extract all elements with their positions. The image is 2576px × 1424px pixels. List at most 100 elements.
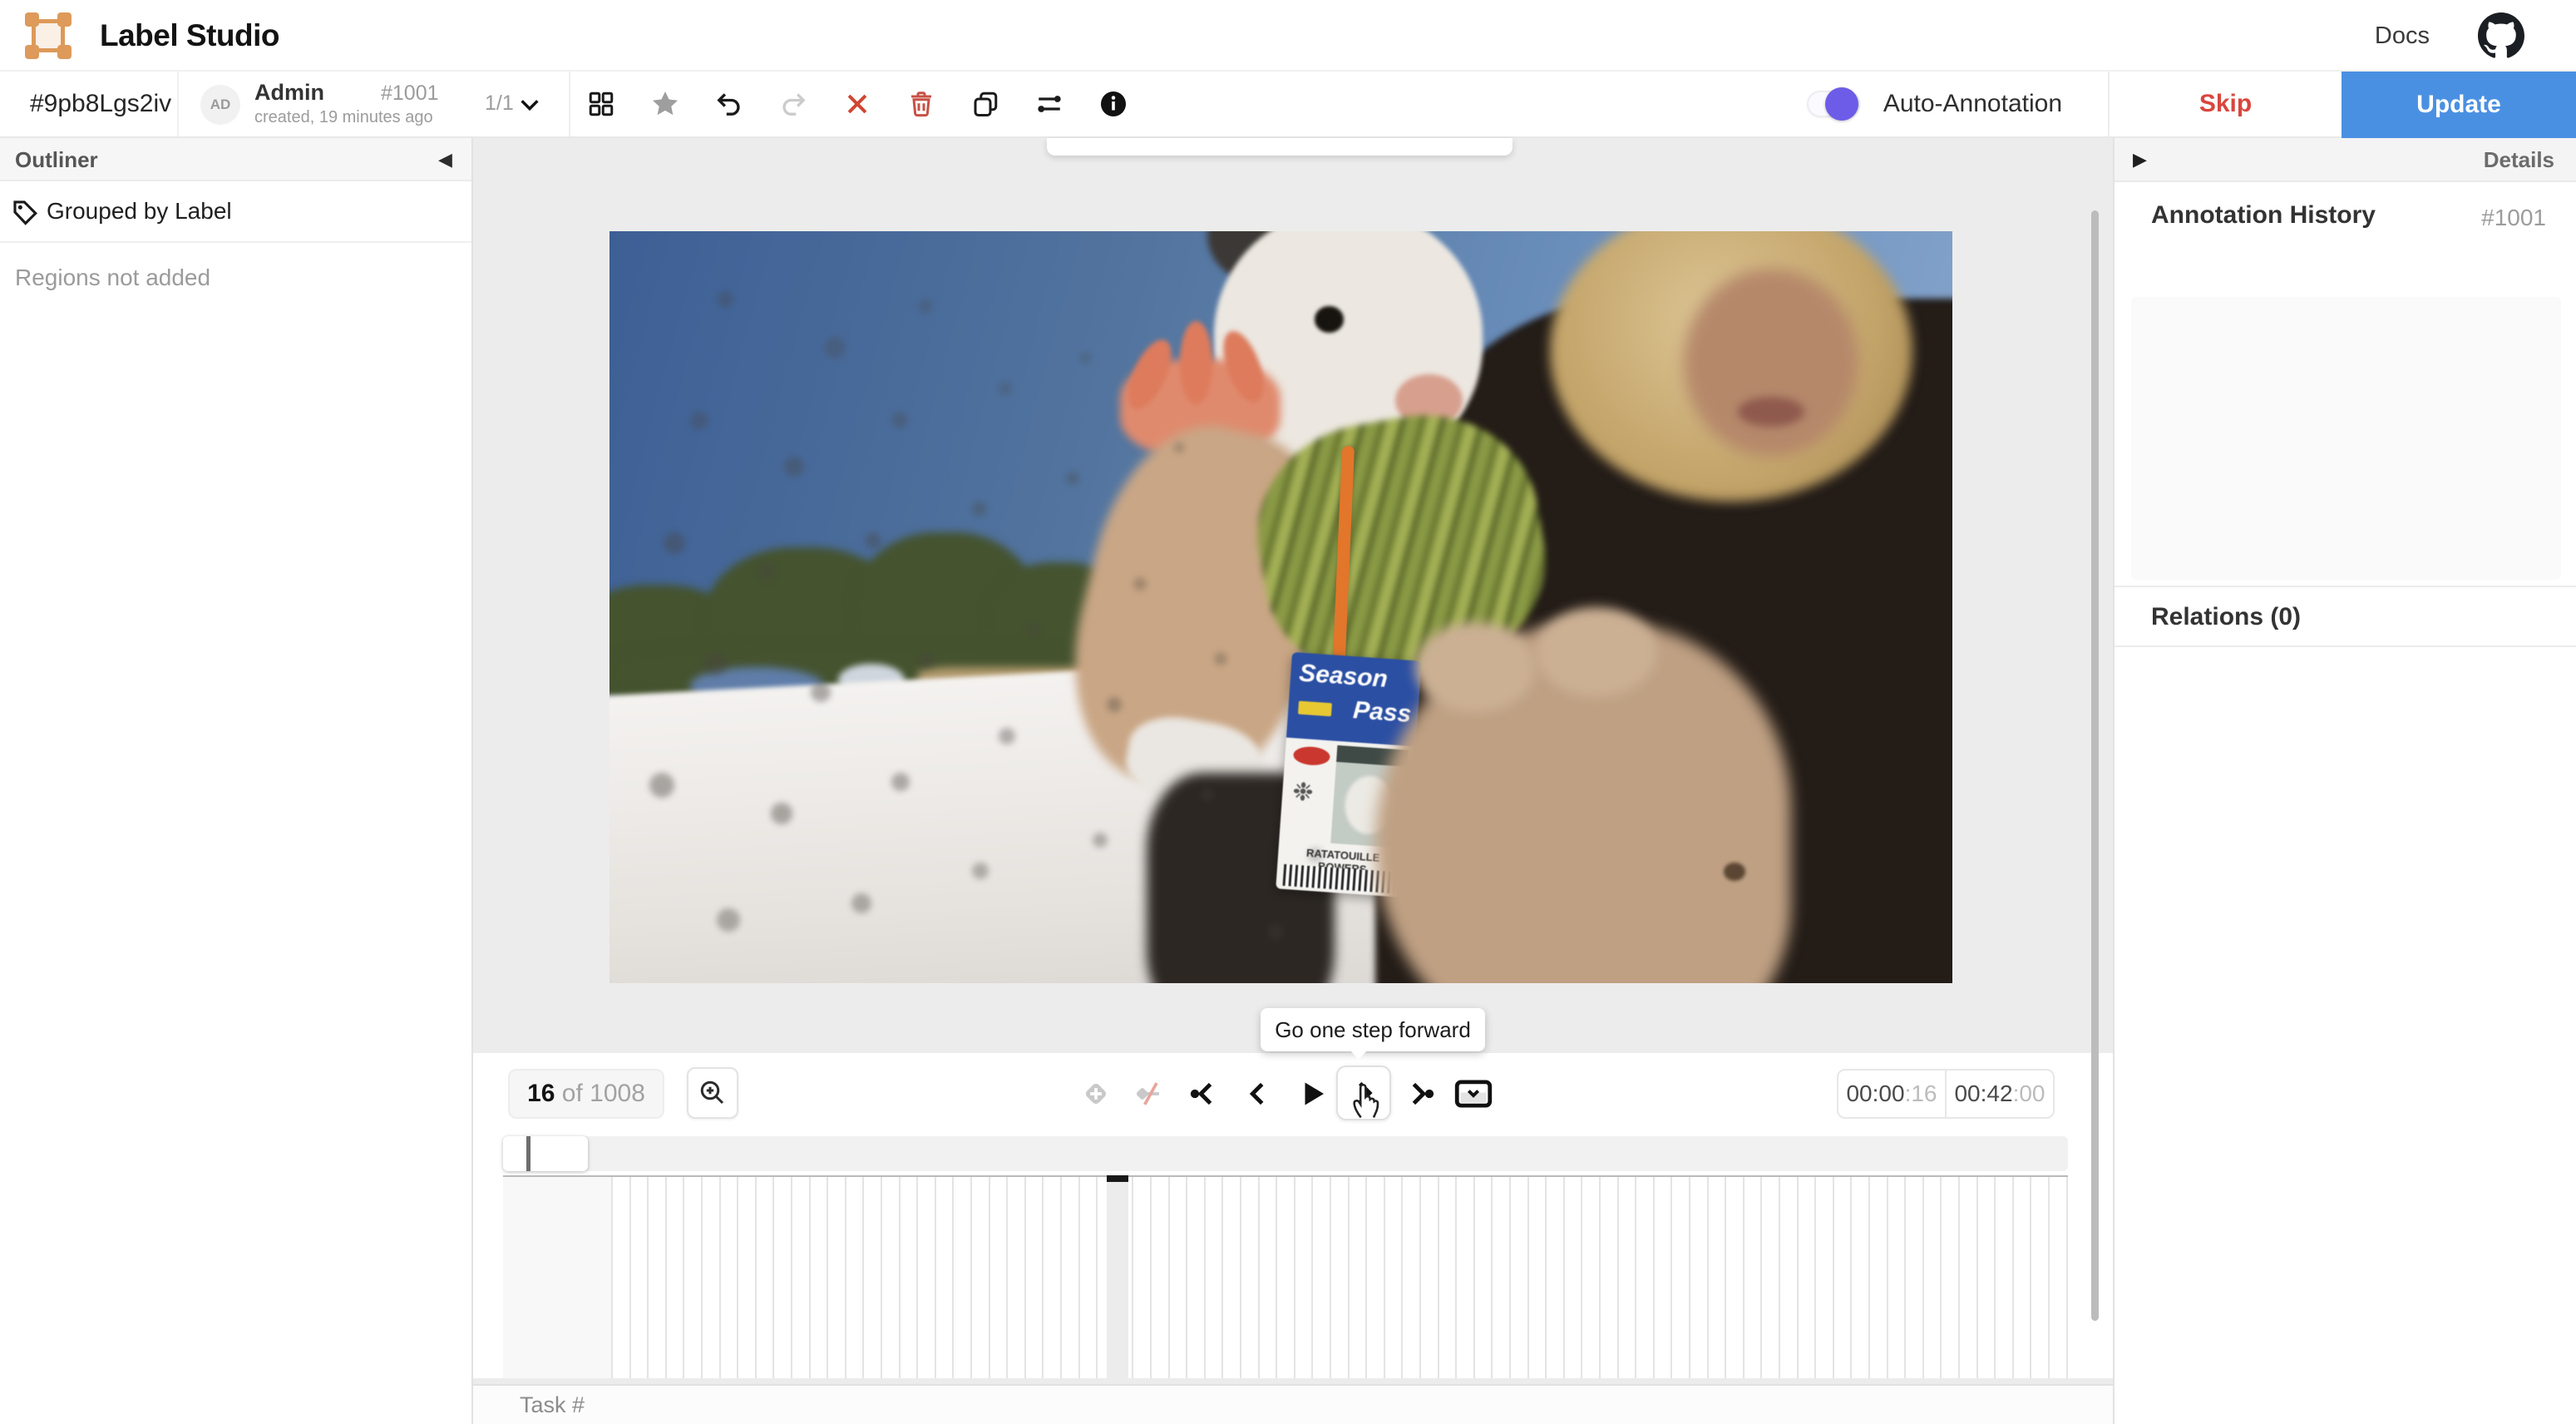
video-canvas[interactable]: Season Pass ❉ RATATOUILLE BOWERS	[609, 231, 1952, 983]
ruler-tick	[737, 1177, 738, 1378]
play-button[interactable]	[1286, 1069, 1336, 1119]
snow-speck	[1079, 352, 1091, 363]
snow-speck	[891, 773, 910, 791]
frame-counter[interactable]: 16 of 1008	[508, 1069, 664, 1119]
docs-link[interactable]: Docs	[2375, 0, 2430, 72]
ruler-tick	[989, 1177, 990, 1378]
redo-icon	[778, 89, 808, 119]
task-bar: #9pb8Lgs2iv AD Admin created, 19 minutes…	[0, 72, 2576, 138]
ruler-tick	[1024, 1177, 1026, 1378]
regions-empty-message: Regions not added	[15, 265, 210, 291]
ruler-tick	[683, 1177, 684, 1378]
zoom-in-button[interactable]	[687, 1067, 738, 1119]
undo-button[interactable]	[710, 85, 748, 123]
reject-button[interactable]	[838, 85, 876, 123]
keypoint-add-button[interactable]	[1071, 1069, 1121, 1119]
current-frame-marker	[1107, 1175, 1128, 1182]
relations-section[interactable]: Relations (0)	[2115, 586, 2576, 647]
badge-title-line1: Season	[1298, 659, 1389, 693]
task-id-section: #9pb8Lgs2iv	[0, 72, 179, 136]
relations-title: Relations (0)	[2151, 587, 2301, 647]
info-button[interactable]	[1094, 85, 1133, 123]
snow-speck	[1201, 788, 1214, 801]
ruler-tick	[1527, 1177, 1529, 1378]
frame-ruler[interactable]	[503, 1175, 2068, 1378]
prev-keypoint-button[interactable]	[1178, 1069, 1228, 1119]
annotation-pager: 1/1	[485, 91, 514, 116]
snow-speck	[758, 562, 776, 581]
ruler-tick	[1958, 1177, 1960, 1378]
vertical-scrollbar[interactable]	[2091, 210, 2099, 1321]
ruler-tick	[1563, 1177, 1565, 1378]
github-icon[interactable]	[2478, 12, 2524, 59]
top-header: Label Studio Docs	[0, 0, 2576, 72]
ruler-tick	[1186, 1177, 1187, 1378]
snow-speck	[1026, 622, 1041, 637]
collapse-panel-icon[interactable]: ◀	[438, 150, 458, 170]
label-studio-logo-icon[interactable]	[25, 12, 72, 59]
badge-header: Season Pass	[1286, 652, 1422, 746]
ruler-tick	[1707, 1177, 1709, 1378]
snow-speck	[771, 803, 792, 824]
ruler-tick	[1725, 1177, 1726, 1378]
time-position-main: 00:00	[1846, 1080, 1904, 1106]
annotation-section[interactable]: AD Admin created, 19 minutes ago #1001 1…	[179, 72, 570, 136]
badge-logo	[1292, 745, 1330, 766]
ruler-tick	[1221, 1177, 1223, 1378]
frame-of-label: of	[562, 1080, 583, 1107]
ruler-tick	[881, 1177, 882, 1378]
delete-button[interactable]	[902, 85, 940, 123]
ruler-tick	[1635, 1177, 1636, 1378]
frame-total: 1008	[590, 1080, 645, 1107]
ruler-tick	[1132, 1177, 1133, 1378]
info-icon	[1098, 89, 1128, 119]
annotation-history-empty	[2131, 297, 2561, 580]
ruler-tick	[1419, 1177, 1421, 1378]
ruler-tick	[1814, 1177, 1816, 1378]
snow-speck	[664, 532, 685, 554]
auto-annotation-toggle[interactable]	[1807, 91, 1860, 117]
ruler-tick	[952, 1177, 954, 1378]
grid-view-button[interactable]	[582, 85, 620, 123]
task-footer: Task #	[473, 1384, 2113, 1424]
snow-speck	[1133, 577, 1147, 591]
logo-corner	[25, 12, 39, 27]
current-frame-column	[1107, 1181, 1128, 1378]
ruler-tick	[2030, 1177, 2031, 1378]
ruler-tick	[1365, 1177, 1367, 1378]
time-duration-frames: :00	[2013, 1080, 2046, 1106]
app-title: Label Studio	[100, 0, 279, 72]
keypoint-toggle-button[interactable]	[1123, 1069, 1173, 1119]
ruler-tick	[1294, 1177, 1295, 1378]
next-keypoint-button[interactable]	[1396, 1069, 1446, 1119]
outliner-title: Outliner	[15, 138, 98, 181]
seek-track[interactable]	[503, 1136, 2068, 1171]
ruler-tick	[1887, 1177, 1888, 1378]
overlay-toggle-button[interactable]	[1448, 1069, 1498, 1119]
ruler-tick	[809, 1177, 811, 1378]
ruler-tick	[1994, 1177, 1996, 1378]
snow-speck	[717, 908, 740, 932]
update-button[interactable]: Update	[2342, 72, 2576, 138]
relations-button[interactable]	[1030, 85, 1068, 123]
skip-button[interactable]: Skip	[2108, 72, 2342, 136]
frame-current: 16	[527, 1080, 555, 1107]
ruler-tick	[755, 1177, 757, 1378]
playhead-line	[526, 1136, 530, 1171]
star-button[interactable]	[646, 85, 684, 123]
ruler-lead-zone	[503, 1177, 611, 1378]
group-by-label-dropdown[interactable]: Grouped by Label	[0, 181, 471, 243]
duplicate-button[interactable]	[966, 85, 1004, 123]
seek-viewport-handle[interactable]	[503, 1136, 588, 1171]
details-panel: ▶ Details Annotation History #1001 Relat…	[2113, 138, 2576, 1424]
prev-frame-button[interactable]	[1232, 1069, 1282, 1119]
ruler-tick	[791, 1177, 792, 1378]
tag-icon	[11, 198, 39, 226]
expand-panel-icon[interactable]: ▶	[2133, 149, 2147, 171]
main-annotation-area: Season Pass ❉ RATATOUILLE BOWERS Go one …	[473, 138, 2113, 1424]
ruler-tick	[1779, 1177, 1780, 1378]
ruler-tick	[1545, 1177, 1547, 1378]
chevron-down-icon[interactable]	[516, 91, 543, 118]
redo-button[interactable]	[774, 85, 812, 123]
ruler-tick	[1438, 1177, 1439, 1378]
